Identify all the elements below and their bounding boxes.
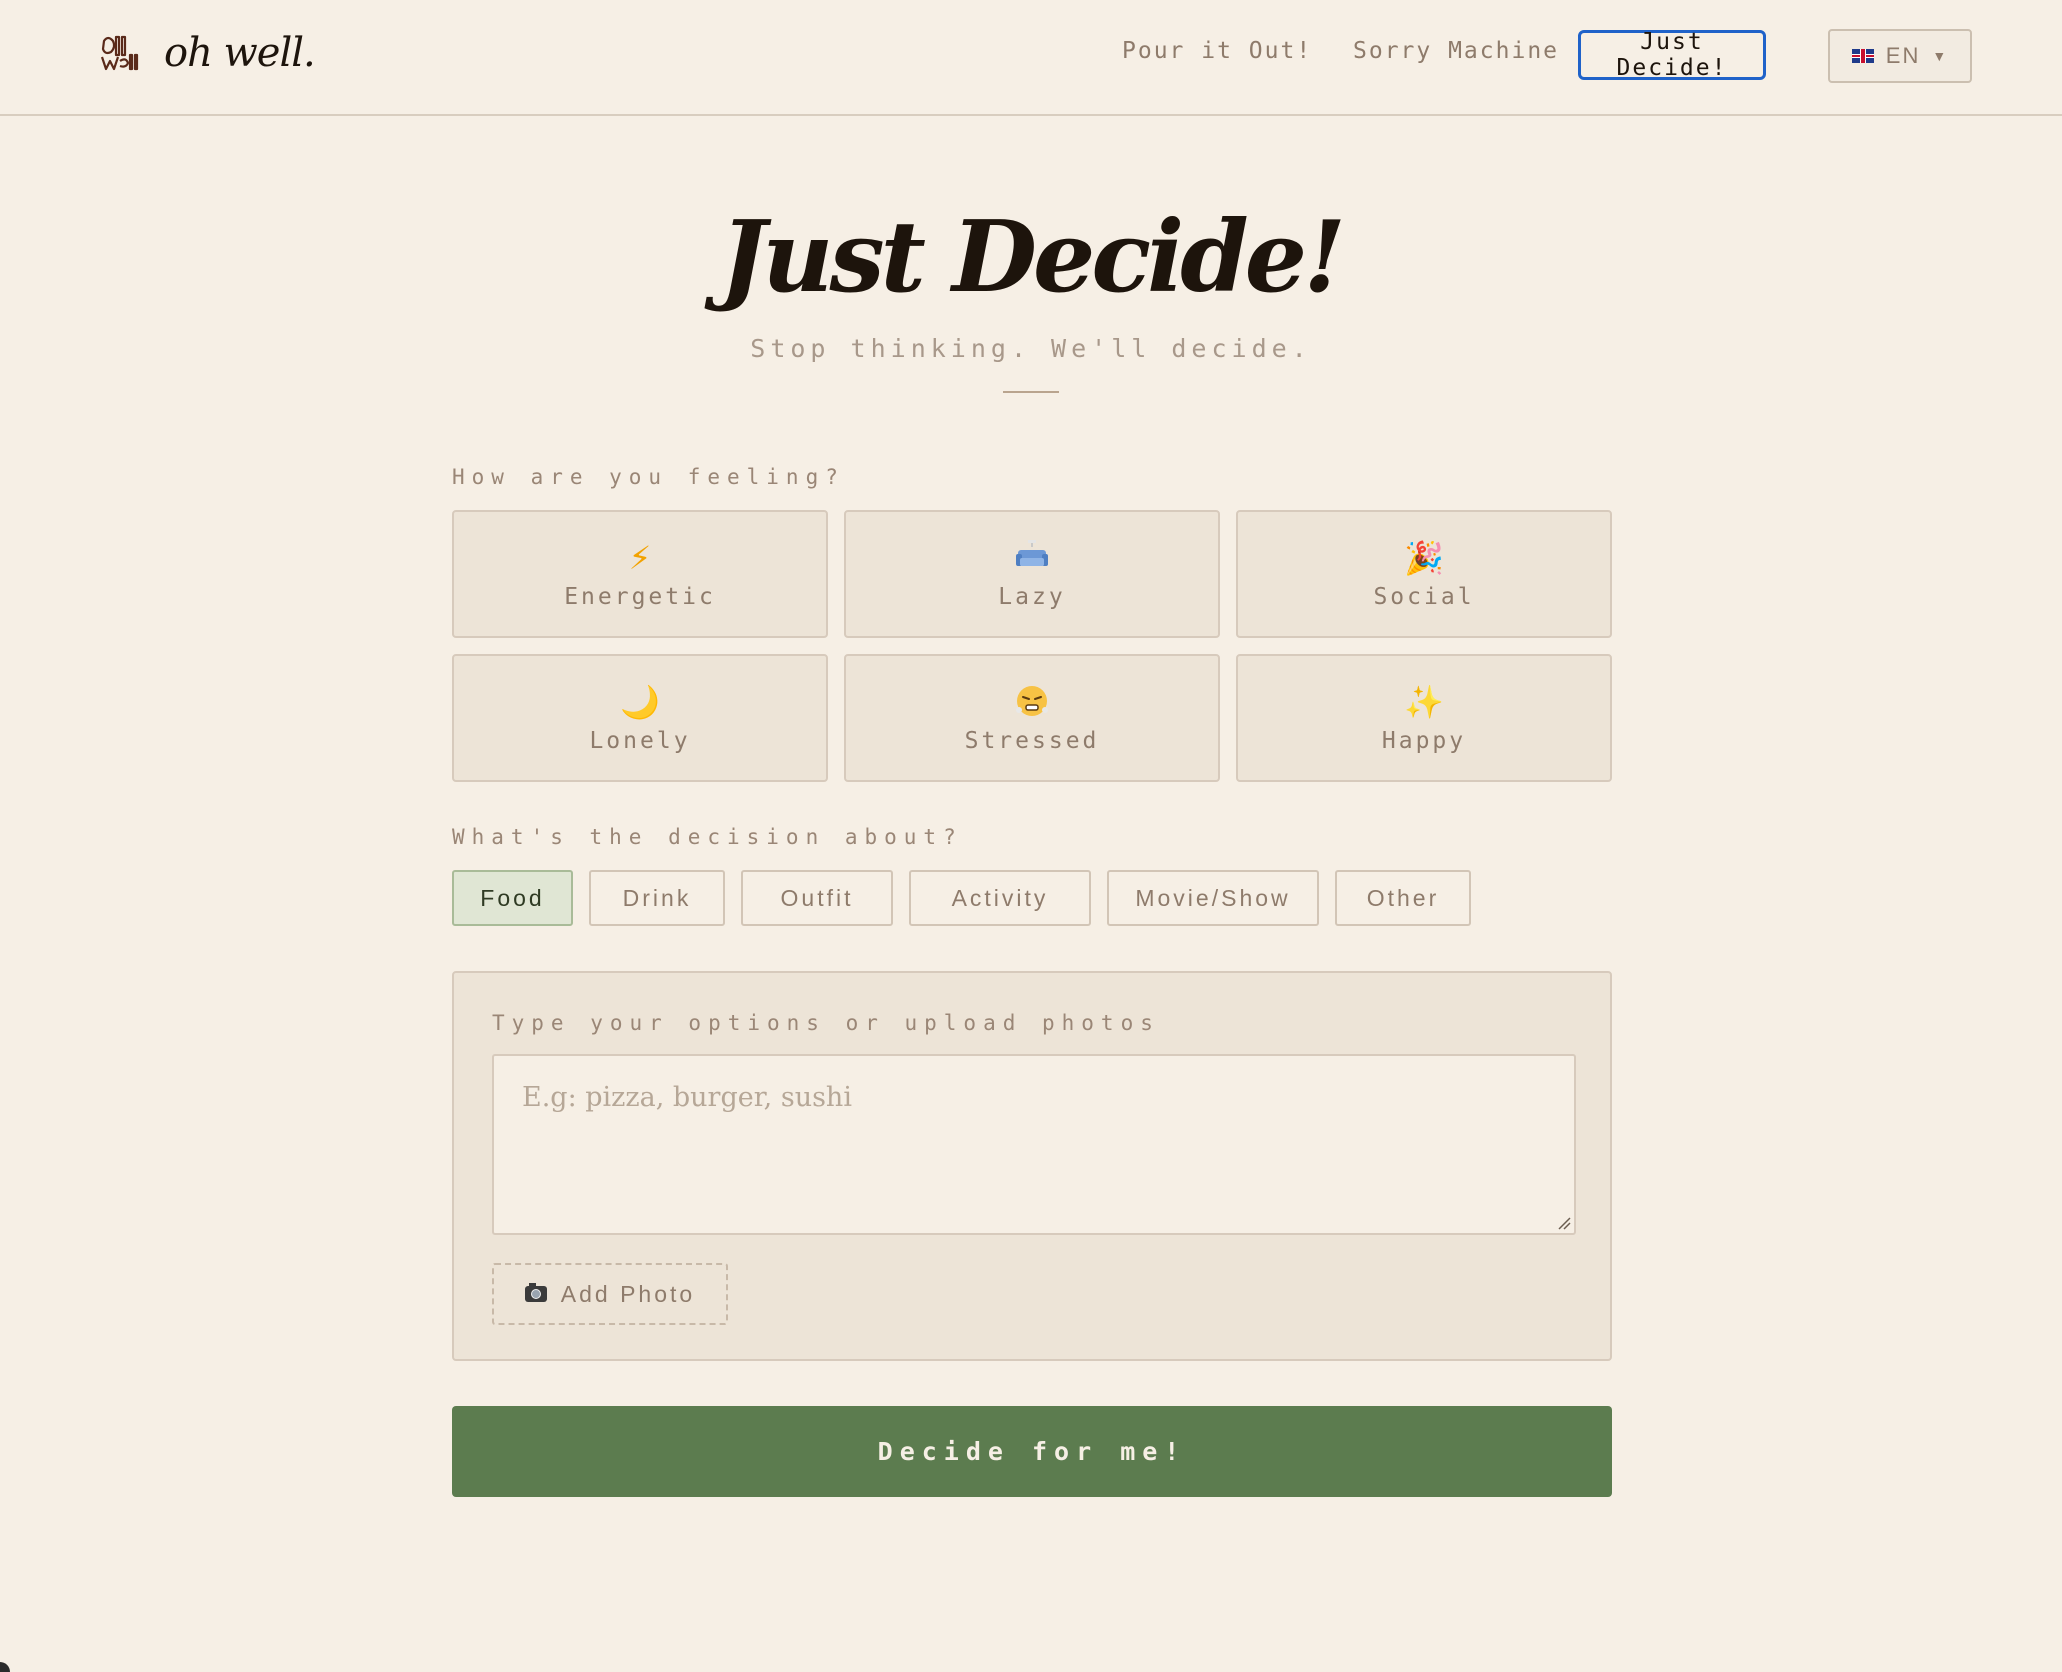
camera-icon <box>524 1283 547 1302</box>
resize-grip-icon[interactable] <box>1557 1216 1571 1230</box>
window-corner <box>0 1662 10 1672</box>
mood-label: Stressed <box>964 728 1100 754</box>
mood-lonely-button[interactable]: 🌙 Lonely <box>452 654 828 782</box>
mood-label: Energetic <box>564 584 716 610</box>
mood-social-button[interactable]: 🎉 Social <box>1236 510 1612 638</box>
mood-section-label: How are you feeling? <box>452 465 845 489</box>
uk-flag-icon <box>1851 49 1874 63</box>
mood-label: Social <box>1373 584 1475 610</box>
options-input[interactable] <box>492 1054 1576 1235</box>
nav-pour-it-out[interactable]: Pour it Out! <box>1122 38 1312 64</box>
top-navbar: oh well. Pour it Out! Sorry Machine Just… <box>0 0 2062 116</box>
add-photo-label: Add Photo <box>560 1280 696 1307</box>
category-outfit-chip[interactable]: Outfit <box>741 870 893 926</box>
page-title: Just Decide! <box>719 200 1346 315</box>
language-code: EN <box>1885 43 1921 68</box>
add-photo-button[interactable]: Add Photo <box>492 1263 728 1325</box>
nav-sorry-machine[interactable]: Sorry Machine <box>1353 38 1559 64</box>
decide-for-me-button[interactable]: Decide for me! <box>452 1406 1612 1497</box>
category-other-chip[interactable]: Other <box>1335 870 1471 926</box>
steaming-face-icon <box>1014 682 1050 722</box>
mood-stressed-button[interactable]: Stressed <box>844 654 1220 782</box>
category-activity-chip[interactable]: Activity <box>909 870 1091 926</box>
brand-name: oh well. <box>164 30 316 76</box>
language-selector[interactable]: EN ▼ <box>1828 29 1972 83</box>
mood-label: Lazy <box>998 584 1066 610</box>
nav-just-decide[interactable]: Just Decide! <box>1578 29 1766 81</box>
category-food-chip[interactable]: Food <box>452 870 573 926</box>
party-popper-icon: 🎉 <box>1404 539 1444 577</box>
chevron-down-icon: ▼ <box>1932 48 1949 64</box>
options-label: Type your options or upload photos <box>492 1011 1160 1035</box>
mood-label: Lonely <box>589 728 691 754</box>
category-movie-show-chip[interactable]: Movie/Show <box>1107 870 1319 926</box>
brand-logo[interactable]: oh well. <box>98 30 316 76</box>
mood-label: Happy <box>1381 728 1467 754</box>
mood-happy-button[interactable]: ✨ Happy <box>1236 654 1612 782</box>
lightning-icon: ⚡ <box>628 539 652 577</box>
couch-icon <box>1014 538 1050 578</box>
sparkles-icon: ✨ <box>1404 683 1444 721</box>
category-drink-chip[interactable]: Drink <box>589 870 725 926</box>
title-divider <box>1003 391 1059 393</box>
mood-energetic-button[interactable]: ⚡ Energetic <box>452 510 828 638</box>
crescent-moon-icon: 🌙 <box>620 683 660 721</box>
page-subtitle: Stop thinking. We'll decide. <box>750 334 1312 363</box>
mood-lazy-button[interactable]: Lazy <box>844 510 1220 638</box>
oh-well-logo-icon <box>98 31 142 75</box>
decision-section-label: What's the decision about? <box>452 825 963 849</box>
options-panel: Type your options or upload photos Add P… <box>452 971 1612 1361</box>
